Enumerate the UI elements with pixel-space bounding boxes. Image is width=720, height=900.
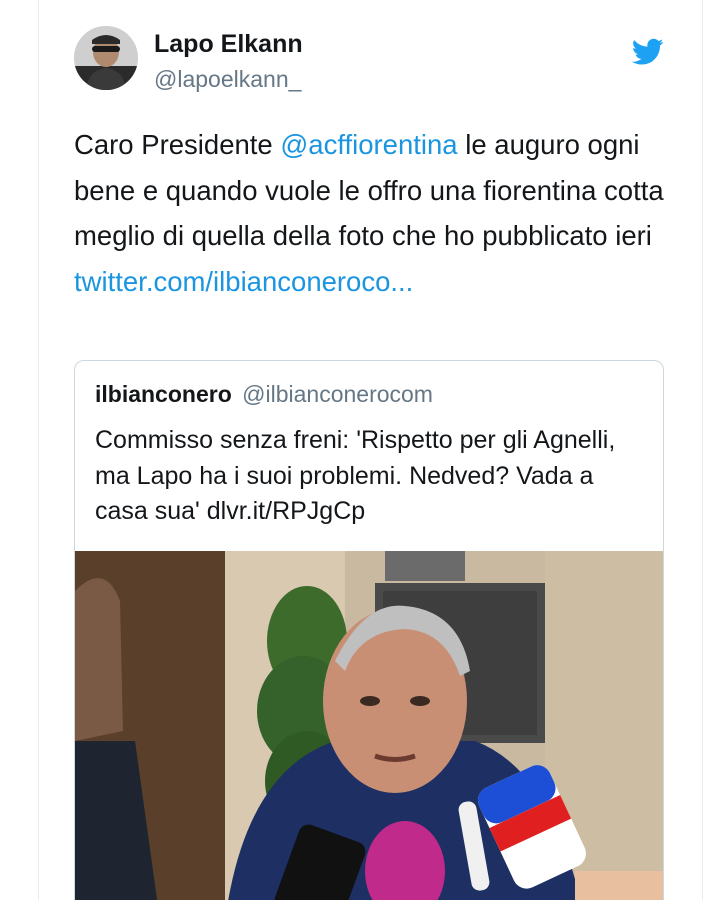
author-name[interactable]: Lapo Elkann bbox=[154, 30, 303, 59]
frame-border-right bbox=[702, 0, 703, 900]
avatar-image bbox=[74, 26, 138, 90]
author-handle[interactable]: @lapoelkann_ bbox=[154, 66, 301, 93]
url-link[interactable]: twitter.com/ilbianconeroco... bbox=[74, 266, 413, 297]
twitter-bird-icon bbox=[632, 38, 664, 65]
tweet-header: Lapo Elkann @lapoelkann_ bbox=[74, 26, 674, 96]
tweet-body: Caro Presidente @acffiorentina le auguro… bbox=[74, 122, 674, 304]
quoted-author-name: ilbianconero bbox=[95, 381, 232, 407]
photo-scene bbox=[75, 551, 663, 900]
quoted-author-handle: @ilbianconerocom bbox=[242, 381, 433, 407]
quoted-tweet-text: Commisso senza freni: 'Rispetto per gli … bbox=[95, 426, 616, 525]
quoted-tweet-photo[interactable] bbox=[75, 551, 663, 900]
mention-link[interactable]: @acffiorentina bbox=[280, 129, 457, 160]
frame-border-left bbox=[38, 0, 39, 900]
tweet-text-before: Caro Presidente bbox=[74, 129, 281, 160]
avatar[interactable] bbox=[74, 26, 138, 90]
quoted-tweet-header: ilbianconero @ilbianconerocom bbox=[95, 381, 433, 408]
quoted-tweet-card[interactable]: ilbianconero @ilbianconerocom Commisso s… bbox=[74, 360, 664, 900]
